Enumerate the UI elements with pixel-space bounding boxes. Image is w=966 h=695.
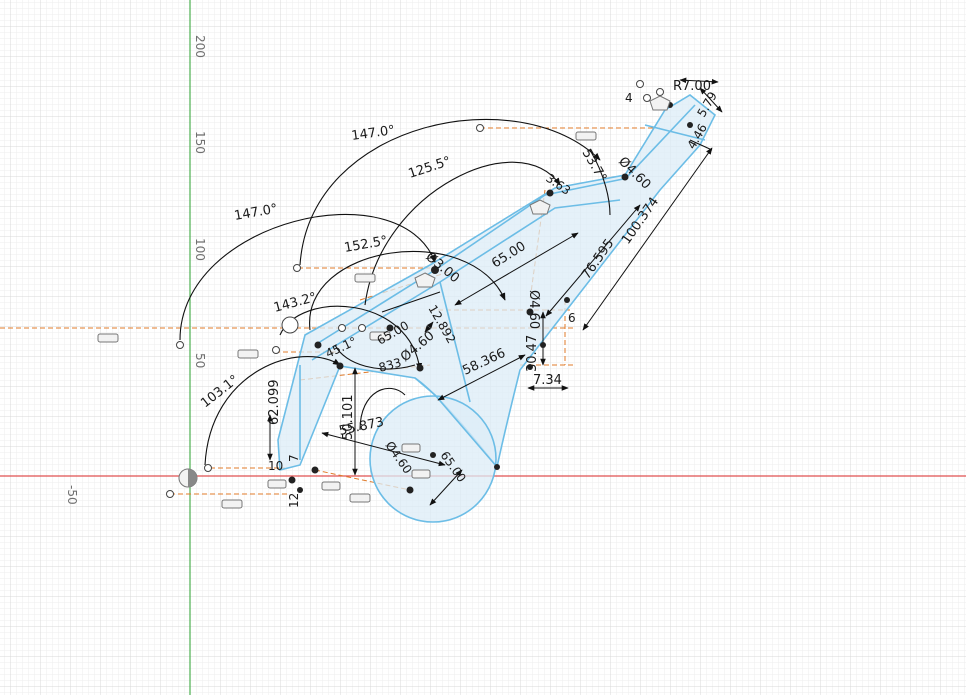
axis-label-100: 100 [193, 238, 207, 261]
dim-r700: R7.00 [673, 79, 711, 94]
dim-62: 62.099 [267, 380, 282, 426]
dim-dia-right: Ø4.60 [526, 290, 541, 329]
dim-4: 4 [625, 91, 633, 105]
sketch-canvas[interactable]: 200 150 100 50 -50 147.0° 125.5° 147.0° … [0, 0, 966, 695]
dim-30: 30.47 [525, 335, 540, 372]
dim-10: 10 [268, 459, 283, 473]
axis-label-200: 200 [193, 35, 207, 58]
axis-label-150: 150 [193, 131, 207, 154]
axis-label-50: 50 [193, 353, 207, 368]
dim-734: 7.34 [533, 373, 562, 388]
dim-7: 7 [287, 454, 301, 462]
dim-12b: 12 [287, 493, 301, 508]
dim-6: 6 [568, 311, 576, 325]
axis-label-minus-50: -50 [65, 485, 79, 505]
